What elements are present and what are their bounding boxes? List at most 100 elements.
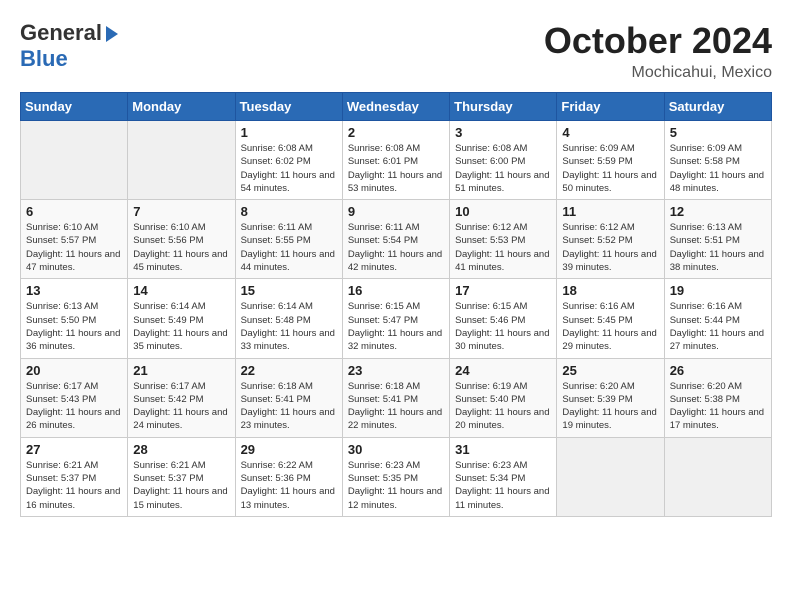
day-info: Sunrise: 6:13 AM Sunset: 5:51 PM Dayligh… [670,221,766,274]
day-number: 17 [455,283,551,298]
day-number: 7 [133,204,229,219]
calendar-cell: 1 Sunrise: 6:08 AM Sunset: 6:02 PM Daylig… [235,121,342,200]
weekday-header: Tuesday [235,93,342,121]
day-number: 30 [348,442,444,457]
calendar-week-row: 27Sunrise: 6:21 AM Sunset: 5:37 PM Dayli… [21,437,772,516]
weekday-header: Sunday [21,93,128,121]
day-info: Sunrise: 6:19 AM Sunset: 5:40 PM Dayligh… [455,380,551,433]
day-info: Sunrise: 6:22 AM Sunset: 5:36 PM Dayligh… [241,459,337,512]
day-number: 21 [133,363,229,378]
calendar-cell: 25Sunrise: 6:20 AM Sunset: 5:39 PM Dayli… [557,358,664,437]
day-info: Sunrise: 6:08 AM Sunset: 6:01 PM Dayligh… [348,142,444,195]
day-info: Sunrise: 6:17 AM Sunset: 5:43 PM Dayligh… [26,380,122,433]
day-number: 24 [455,363,551,378]
day-info: Sunrise: 6:20 AM Sunset: 5:38 PM Dayligh… [670,380,766,433]
day-info: Sunrise: 6:09 AM Sunset: 5:59 PM Dayligh… [562,142,658,195]
day-number: 1 [241,125,337,140]
calendar-cell: 16 Sunrise: 6:15 AM Sunset: 5:47 PM Dayli… [342,279,449,358]
day-info: Sunrise: 6:08 AM Sunset: 6:02 PM Dayligh… [241,142,337,195]
day-info: Sunrise: 6:10 AM Sunset: 5:56 PM Dayligh… [133,221,229,274]
calendar-cell: 10Sunrise: 6:12 AM Sunset: 5:53 PM Dayli… [450,200,557,279]
weekday-header: Monday [128,93,235,121]
calendar-week-row: 20 Sunrise: 6:17 AM Sunset: 5:43 PM Dayli… [21,358,772,437]
calendar-cell: 26 Sunrise: 6:20 AM Sunset: 5:38 PM Dayli… [664,358,771,437]
day-number: 14 [133,283,229,298]
day-info: Sunrise: 6:21 AM Sunset: 5:37 PM Dayligh… [26,459,122,512]
day-number: 6 [26,204,122,219]
day-info: Sunrise: 6:11 AM Sunset: 5:55 PM Dayligh… [241,221,337,274]
day-number: 15 [241,283,337,298]
calendar-cell: 27Sunrise: 6:21 AM Sunset: 5:37 PM Dayli… [21,437,128,516]
location: Mochicahui, Mexico [544,64,772,82]
day-number: 3 [455,125,551,140]
day-number: 19 [670,283,766,298]
calendar-week-row: 13Sunrise: 6:13 AM Sunset: 5:50 PM Dayli… [21,279,772,358]
calendar-cell: 28 Sunrise: 6:21 AM Sunset: 5:37 PM Dayli… [128,437,235,516]
day-number: 4 [562,125,658,140]
calendar-cell: 30 Sunrise: 6:23 AM Sunset: 5:35 PM Dayli… [342,437,449,516]
day-info: Sunrise: 6:21 AM Sunset: 5:37 PM Dayligh… [133,459,229,512]
title-area: October 2024 Mochicahui, Mexico [544,20,772,82]
calendar-week-row: 1 Sunrise: 6:08 AM Sunset: 6:02 PM Daylig… [21,121,772,200]
day-info: Sunrise: 6:18 AM Sunset: 5:41 PM Dayligh… [241,380,337,433]
calendar-cell: 7 Sunrise: 6:10 AM Sunset: 5:56 PM Daylig… [128,200,235,279]
day-number: 2 [348,125,444,140]
day-info: Sunrise: 6:08 AM Sunset: 6:00 PM Dayligh… [455,142,551,195]
day-info: Sunrise: 6:17 AM Sunset: 5:42 PM Dayligh… [133,380,229,433]
day-info: Sunrise: 6:20 AM Sunset: 5:39 PM Dayligh… [562,380,658,433]
day-number: 5 [670,125,766,140]
day-info: Sunrise: 6:10 AM Sunset: 5:57 PM Dayligh… [26,221,122,274]
day-info: Sunrise: 6:09 AM Sunset: 5:58 PM Dayligh… [670,142,766,195]
calendar-cell: 18 Sunrise: 6:16 AM Sunset: 5:45 PM Dayli… [557,279,664,358]
day-number: 20 [26,363,122,378]
day-number: 9 [348,204,444,219]
logo-general-text: General [20,20,102,46]
day-info: Sunrise: 6:18 AM Sunset: 5:41 PM Dayligh… [348,380,444,433]
weekday-header: Thursday [450,93,557,121]
day-number: 18 [562,283,658,298]
day-number: 29 [241,442,337,457]
calendar-cell: 19Sunrise: 6:16 AM Sunset: 5:44 PM Dayli… [664,279,771,358]
day-number: 11 [562,204,658,219]
calendar-cell: 22Sunrise: 6:18 AM Sunset: 5:41 PM Dayli… [235,358,342,437]
calendar-cell: 12 Sunrise: 6:13 AM Sunset: 5:51 PM Dayli… [664,200,771,279]
calendar-cell: 13Sunrise: 6:13 AM Sunset: 5:50 PM Dayli… [21,279,128,358]
calendar-cell: 20 Sunrise: 6:17 AM Sunset: 5:43 PM Dayli… [21,358,128,437]
day-info: Sunrise: 6:15 AM Sunset: 5:47 PM Dayligh… [348,300,444,353]
calendar-header-row: SundayMondayTuesdayWednesdayThursdayFrid… [21,93,772,121]
day-number: 28 [133,442,229,457]
logo: General Blue [20,20,118,72]
calendar-week-row: 6 Sunrise: 6:10 AM Sunset: 5:57 PM Daylig… [21,200,772,279]
day-number: 13 [26,283,122,298]
day-info: Sunrise: 6:12 AM Sunset: 5:52 PM Dayligh… [562,221,658,274]
day-info: Sunrise: 6:12 AM Sunset: 5:53 PM Dayligh… [455,221,551,274]
day-info: Sunrise: 6:11 AM Sunset: 5:54 PM Dayligh… [348,221,444,274]
day-number: 8 [241,204,337,219]
calendar-table: SundayMondayTuesdayWednesdayThursdayFrid… [20,92,772,517]
calendar-cell: 24 Sunrise: 6:19 AM Sunset: 5:40 PM Dayli… [450,358,557,437]
logo-blue-text: Blue [20,46,68,72]
calendar-cell [21,121,128,200]
day-info: Sunrise: 6:14 AM Sunset: 5:49 PM Dayligh… [133,300,229,353]
day-number: 16 [348,283,444,298]
day-info: Sunrise: 6:23 AM Sunset: 5:35 PM Dayligh… [348,459,444,512]
calendar-cell: 31 Sunrise: 6:23 AM Sunset: 5:34 PM Dayli… [450,437,557,516]
day-info: Sunrise: 6:16 AM Sunset: 5:45 PM Dayligh… [562,300,658,353]
calendar-cell: 21 Sunrise: 6:17 AM Sunset: 5:42 PM Dayli… [128,358,235,437]
month-title: October 2024 [544,20,772,62]
day-number: 26 [670,363,766,378]
calendar-cell: 5 Sunrise: 6:09 AM Sunset: 5:58 PM Daylig… [664,121,771,200]
page-header: General Blue October 2024 Mochicahui, Me… [20,20,772,82]
weekday-header: Wednesday [342,93,449,121]
calendar-cell: 17Sunrise: 6:15 AM Sunset: 5:46 PM Dayli… [450,279,557,358]
calendar-cell: 6 Sunrise: 6:10 AM Sunset: 5:57 PM Daylig… [21,200,128,279]
day-number: 31 [455,442,551,457]
calendar-cell [128,121,235,200]
calendar-cell: 15Sunrise: 6:14 AM Sunset: 5:48 PM Dayli… [235,279,342,358]
day-info: Sunrise: 6:23 AM Sunset: 5:34 PM Dayligh… [455,459,551,512]
calendar-cell: 14 Sunrise: 6:14 AM Sunset: 5:49 PM Dayli… [128,279,235,358]
calendar-cell: 9 Sunrise: 6:11 AM Sunset: 5:54 PM Daylig… [342,200,449,279]
weekday-header: Friday [557,93,664,121]
calendar-cell: 4 Sunrise: 6:09 AM Sunset: 5:59 PM Daylig… [557,121,664,200]
day-number: 12 [670,204,766,219]
